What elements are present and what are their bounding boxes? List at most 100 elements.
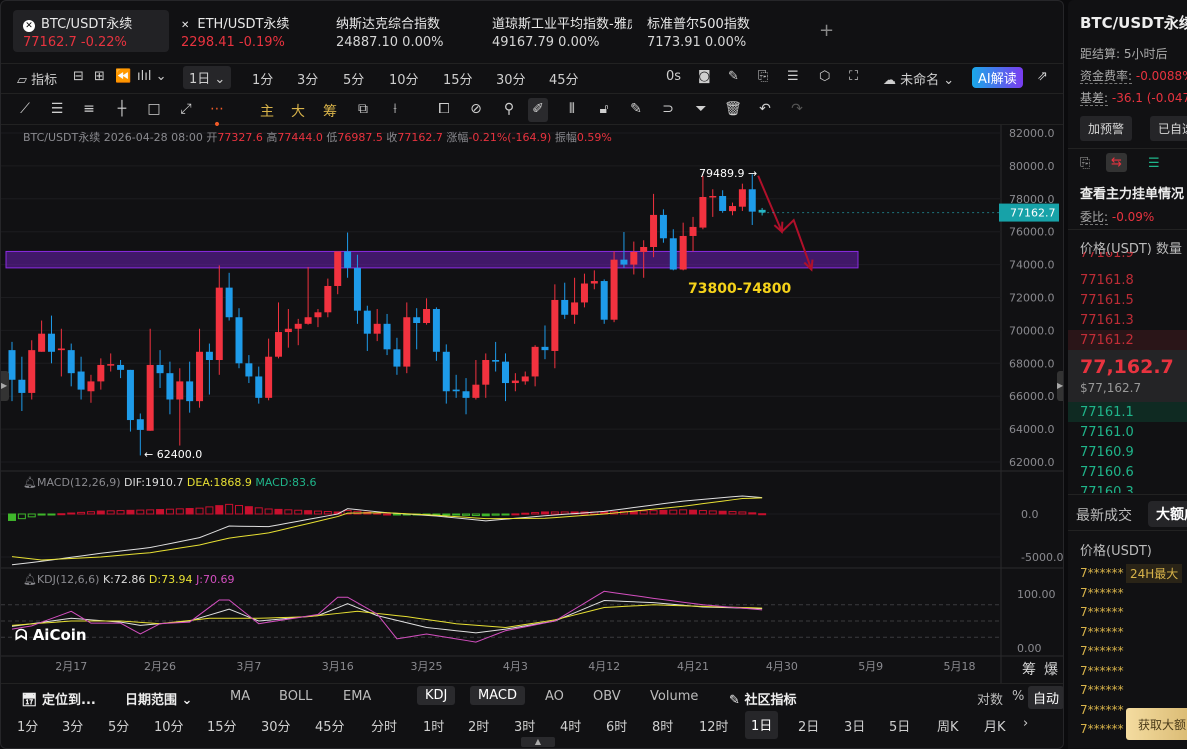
bid-price[interactable]: 77160.6 [1080, 465, 1134, 480]
candle-body [146, 364, 154, 431]
orderbook-both-icon[interactable]: ⇆ [1106, 153, 1127, 172]
timeframe-6[interactable]: 45分 [315, 716, 345, 735]
bid-price[interactable]: 77160.3 [1080, 485, 1134, 493]
add-alert-button[interactable]: 加预警 [1080, 116, 1133, 141]
trade-row[interactable]: 7****** [1080, 703, 1124, 717]
trade-row[interactable]: 7****** [1080, 566, 1124, 580]
log-scale-toggle[interactable]: 对数 [977, 689, 1003, 708]
timeframe-12[interactable]: 6时 [606, 716, 627, 735]
candle-body [640, 246, 648, 252]
favorite-button[interactable]: 已自选 [1150, 116, 1187, 141]
ask-price[interactable]: 77161.5 [1080, 293, 1134, 308]
chips-toggle[interactable]: 筹 [1022, 659, 1036, 679]
timeframe-18[interactable]: 5日 [889, 716, 910, 735]
macd-histogram-bar [501, 513, 510, 516]
timeframe-20[interactable]: 月K [984, 716, 1006, 735]
macd-histogram-bar [77, 511, 86, 515]
timeframe-0[interactable]: 1分 [17, 716, 38, 735]
high-label: 高 [266, 131, 278, 144]
time-tick-label: 3月16 [322, 660, 354, 673]
timeframe-13[interactable]: 8时 [652, 716, 673, 735]
candle-body [314, 312, 322, 318]
timeframe-next-icon[interactable]: › [1023, 716, 1028, 731]
trade-row[interactable]: 7****** [1080, 625, 1124, 639]
price-tick-label: 82000.0 [1009, 127, 1055, 140]
candle-body [87, 381, 95, 392]
trade-row[interactable]: 7****** [1080, 644, 1124, 658]
candle-body [541, 346, 549, 351]
tab-latest-trades[interactable]: 最新成交 [1076, 505, 1132, 525]
timeframe-10[interactable]: 3时 [514, 716, 535, 735]
timeframe-14[interactable]: 12时 [699, 716, 729, 735]
bid-price[interactable]: 77160.9 [1080, 445, 1134, 460]
bell-icon[interactable]: 🔔︎ [23, 476, 37, 489]
timeframe-2[interactable]: 5分 [108, 716, 129, 735]
ask-price[interactable]: 77161.8 [1080, 273, 1134, 288]
macd-name: MACD(12,26,9) [36, 476, 121, 489]
timeframe-1[interactable]: 3分 [62, 716, 83, 735]
indicator-boll[interactable]: BOLL [279, 689, 312, 704]
get-large-trades-button[interactable]: 获取大额 [1126, 708, 1187, 740]
auto-scale-toggle[interactable]: 自动 [1028, 686, 1063, 709]
timeframe-16[interactable]: 2日 [798, 716, 819, 735]
kdj-k: K:72.86 [102, 573, 146, 586]
trade-row[interactable]: 7****** [1080, 722, 1124, 736]
indicator-ma[interactable]: MA [230, 689, 250, 704]
timeframe-7[interactable]: 分时 [371, 716, 397, 735]
tab-large-trades[interactable]: 大额成交 [1148, 501, 1187, 527]
timeframe-17[interactable]: 3日 [844, 716, 865, 735]
liquidation-toggle[interactable]: 爆 [1044, 659, 1058, 679]
ask-price[interactable]: 77161.3 [1080, 313, 1134, 328]
macd-histogram-bar [689, 509, 698, 515]
bell-icon[interactable]: 🔔︎ [23, 573, 37, 586]
expand-handle[interactable]: ▲ [521, 737, 555, 747]
timeframe-3[interactable]: 10分 [154, 716, 184, 735]
basis-label: 基差: [1080, 91, 1109, 106]
indicator-kdj[interactable]: KDJ [417, 686, 456, 705]
candle-body [610, 259, 618, 320]
trade-row[interactable]: 7****** [1080, 605, 1124, 619]
macd-histogram-bar [67, 512, 76, 515]
candle-body [511, 380, 519, 384]
trade-row[interactable]: 7****** [1080, 586, 1124, 600]
indicator-ao[interactable]: AO [545, 689, 564, 704]
bid-price[interactable]: 77161.1 [1080, 405, 1134, 420]
macd-histogram-bar [264, 508, 273, 515]
timeframe-9[interactable]: 2时 [468, 716, 489, 735]
timeframe-8[interactable]: 1时 [423, 716, 444, 735]
ask-price[interactable]: 77161.2 [1080, 333, 1134, 348]
percent-scale-toggle[interactable]: % [1012, 689, 1024, 704]
indicator-volume[interactable]: Volume [650, 689, 698, 704]
timeframe-15[interactable]: 1日 [745, 711, 779, 739]
indicator-macd[interactable]: MACD [470, 686, 525, 705]
timeframe-19[interactable]: 周K [937, 716, 959, 735]
indicator-obv[interactable]: OBV [593, 689, 621, 704]
orderbook-bids-icon[interactable]: ☰ [1148, 156, 1160, 171]
macd-histogram-bar [708, 510, 717, 515]
locate-button[interactable]: 📅︎ 定位到... [21, 689, 96, 708]
depth-view-icon[interactable]: ⎘ [1080, 156, 1090, 171]
trade-row[interactable]: 7****** [1080, 683, 1124, 697]
timeframe-11[interactable]: 4时 [560, 716, 581, 735]
depth-title[interactable]: 查看主力挂单情况 [1080, 183, 1184, 202]
open-label: 开 [206, 131, 218, 144]
right-collapse-handle[interactable]: ▶ [1057, 371, 1063, 401]
trade-row[interactable]: 7****** [1080, 664, 1124, 678]
macd-histogram-bar [462, 513, 471, 516]
timeframe-4[interactable]: 15分 [207, 716, 237, 735]
price-tick-label: 64000.0 [1009, 423, 1055, 436]
indicator-ema[interactable]: EMA [343, 689, 371, 704]
calendar-icon: 📅︎ [21, 693, 38, 708]
ask-price[interactable]: 77161.9 [1080, 252, 1134, 262]
bid-price[interactable]: 77161.0 [1080, 425, 1134, 440]
candle-body [136, 419, 144, 430]
candle-body [423, 309, 431, 323]
community-indicators-button[interactable]: ✎ 社区指标 [729, 689, 796, 708]
left-collapse-handle[interactable]: ▶ [1, 371, 9, 401]
macd-histogram-bar [215, 505, 224, 515]
date-range-select[interactable]: 日期范围 ⌄ [125, 689, 192, 708]
timeframe-5[interactable]: 30分 [261, 716, 291, 735]
price-tick-label: 62000.0 [1009, 456, 1055, 469]
macd-histogram-bar [284, 509, 293, 515]
macd-histogram-bar [116, 510, 125, 515]
